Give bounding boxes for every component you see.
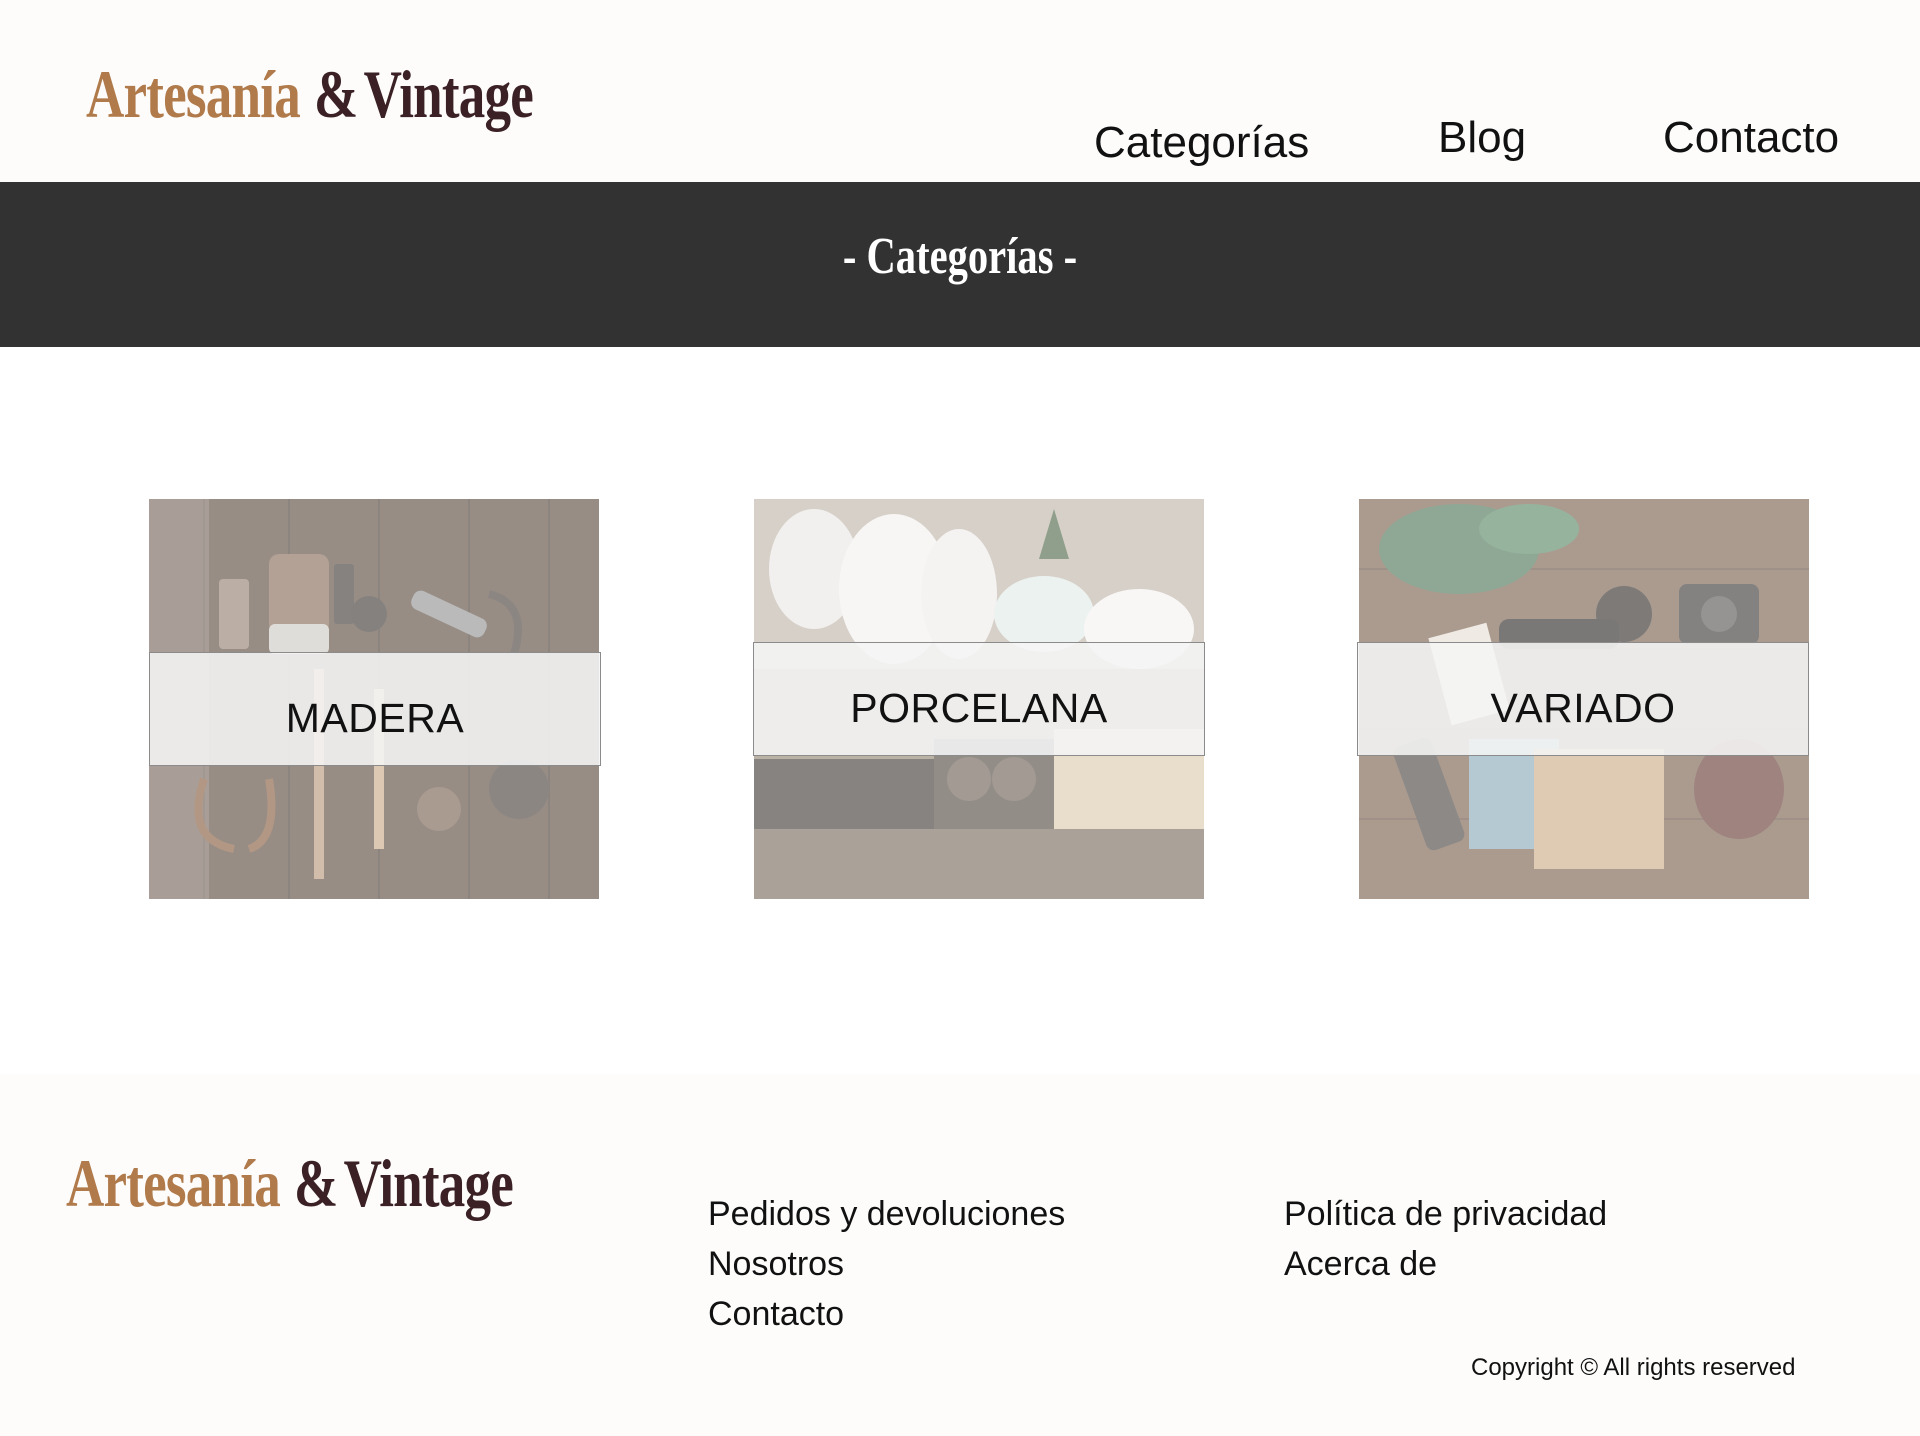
footer-link-nosotros[interactable]: Nosotros [708, 1244, 844, 1284]
site-footer: Artesanía &Vintage Pedidos y devoluciones… [0, 1074, 1920, 1436]
category-label-text: PORCELANA [850, 685, 1108, 731]
footer-link-contacto[interactable]: Contacto [708, 1294, 844, 1334]
footer-link-pedidos[interactable]: Pedidos y devoluciones [708, 1194, 1065, 1234]
category-label-variado[interactable]: VARIADO [1357, 642, 1809, 756]
footer-logo[interactable]: Artesanía &Vintage [66, 1144, 514, 1222]
category-label-text: MADERA [285, 695, 465, 741]
footer-link-acerca[interactable]: Acerca de [1284, 1244, 1437, 1284]
page-title: - Categorías - [842, 228, 1078, 285]
site-header: Artesanía &Vintage Categorías Blog Contac… [0, 0, 1920, 182]
nav-link-blog[interactable]: Blog [1438, 112, 1526, 164]
logo-word-vintage: Vintage [343, 1145, 514, 1221]
logo-word-artesania: Artesanía [66, 1145, 281, 1221]
nav-link-categorias[interactable]: Categorías [1094, 117, 1309, 169]
logo-word-vintage: Vintage [363, 56, 534, 132]
nav-link-contacto[interactable]: Contacto [1663, 112, 1839, 164]
footer-link-privacidad[interactable]: Política de privacidad [1284, 1194, 1607, 1234]
logo-ampersand: & [313, 56, 358, 132]
copyright-notice: Copyright © All rights reserved [1471, 1354, 1796, 1381]
logo-ampersand: & [293, 1145, 338, 1221]
page-title-banner: - Categorías - [0, 182, 1920, 347]
category-label-madera[interactable]: MADERA [149, 652, 601, 766]
site-logo[interactable]: Artesanía &Vintage [86, 55, 534, 133]
logo-word-artesania: Artesanía [86, 56, 301, 132]
category-label-porcelana[interactable]: PORCELANA [753, 642, 1205, 756]
category-label-text: VARIADO [1490, 685, 1676, 731]
